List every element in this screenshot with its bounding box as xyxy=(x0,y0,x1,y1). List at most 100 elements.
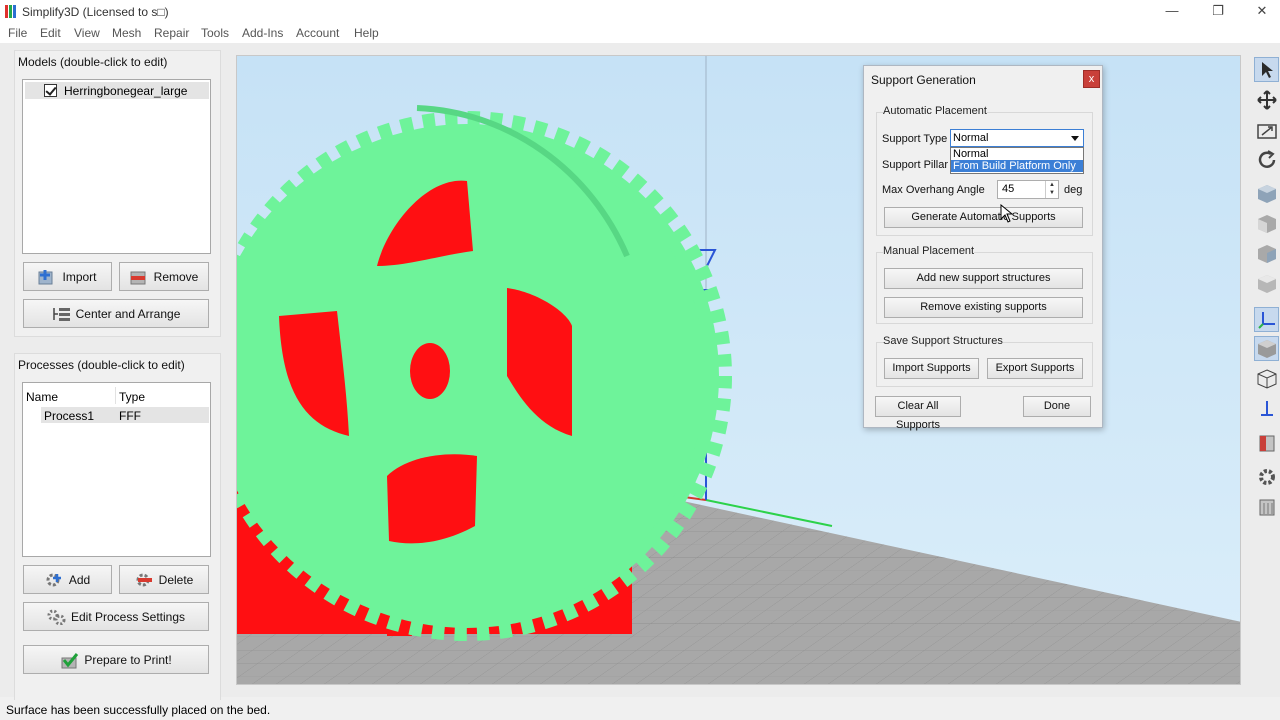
support-pillar-label: Support Pillar R xyxy=(882,159,960,171)
scale-tool-button[interactable] xyxy=(1254,117,1279,142)
delete-process-icon xyxy=(135,572,153,588)
max-overhang-input[interactable]: 45 ▲ ▼ xyxy=(997,180,1059,199)
automatic-placement-title: Automatic Placement xyxy=(883,105,987,117)
print-preview-button[interactable] xyxy=(1254,494,1279,519)
simplify3d-logo-icon xyxy=(5,5,16,18)
restore-button[interactable]: ❐ xyxy=(1196,0,1240,23)
max-overhang-unit: deg xyxy=(1064,184,1083,196)
import-supports-button[interactable]: Import Supports xyxy=(884,358,979,379)
menu-mesh[interactable]: Mesh xyxy=(112,26,141,40)
table-row[interactable]: Process1 FFF xyxy=(41,407,209,423)
dialog-close-button[interactable]: x xyxy=(1083,70,1100,88)
mouse-cursor-icon xyxy=(1000,204,1014,223)
max-overhang-label: Max Overhang Angle xyxy=(882,184,985,196)
support-type-option-normal[interactable]: Normal xyxy=(951,148,1083,160)
clear-all-supports-button[interactable]: Clear All Supports xyxy=(875,396,961,431)
column-header-name[interactable]: Name xyxy=(26,390,58,404)
menu-repair[interactable]: Repair xyxy=(154,26,189,40)
process-type: FFF xyxy=(119,409,141,423)
chevron-down-icon xyxy=(1071,136,1079,141)
spin-up-down-icon[interactable]: ▲ ▼ xyxy=(1045,181,1058,198)
support-generation-dialog: Support Generation x Automatic Placement… xyxy=(863,65,1103,431)
delete-process-button[interactable]: Delete xyxy=(119,565,209,594)
model-name: Herringbonegear_large xyxy=(64,84,188,98)
window-title: Simplify3D (Licensed to s□) xyxy=(22,5,169,19)
add-new-supports-button[interactable]: Add new support structures xyxy=(884,268,1083,289)
gears-icon xyxy=(47,609,66,625)
cross-section-icon xyxy=(1259,435,1274,451)
export-supports-button[interactable]: Export Supports xyxy=(987,358,1083,379)
view-front-button[interactable] xyxy=(1254,211,1279,236)
rotate-tool-button[interactable] xyxy=(1254,147,1279,172)
menu-help[interactable]: Help xyxy=(354,26,379,40)
view-side-button[interactable] xyxy=(1254,241,1279,266)
menu-tools[interactable]: Tools xyxy=(201,26,229,40)
axes-icon xyxy=(1257,311,1275,329)
prepare-to-print-label: Prepare to Print! xyxy=(84,652,172,667)
status-bar: Surface has been successfully placed on … xyxy=(0,700,1280,720)
max-overhang-value: 45 xyxy=(1002,183,1015,195)
close-window-button[interactable]: ✕ xyxy=(1240,0,1280,23)
models-panel: Models (double-click to edit) Herringbon… xyxy=(14,50,221,337)
add-process-button[interactable]: Add xyxy=(23,565,112,594)
print-preview-icon xyxy=(1259,499,1274,515)
view-iso-button[interactable] xyxy=(1254,181,1279,206)
processes-panel-title: Processes (double-click to edit) xyxy=(18,358,185,372)
done-button[interactable]: Done xyxy=(1023,396,1091,417)
support-type-select[interactable]: Normal xyxy=(950,129,1084,147)
view-front-icon xyxy=(1257,214,1276,233)
settings-gear-icon xyxy=(1258,468,1275,485)
menu-file[interactable]: File xyxy=(8,26,27,40)
menu-account[interactable]: Account xyxy=(296,26,339,40)
model-visible-checkbox[interactable] xyxy=(44,84,57,97)
dialog-title: Support Generation xyxy=(871,73,976,87)
column-divider xyxy=(115,387,116,404)
support-type-option-build-platform[interactable]: From Build Platform Only xyxy=(951,160,1083,172)
select-tool-button[interactable] xyxy=(1254,57,1279,82)
menu-add-ins[interactable]: Add-Ins xyxy=(242,26,283,40)
menu-edit[interactable]: Edit xyxy=(40,26,61,40)
view-toolbar xyxy=(1252,51,1280,521)
cross-section-button[interactable] xyxy=(1254,430,1279,455)
minimize-button[interactable]: — xyxy=(1150,0,1194,23)
settings-button[interactable] xyxy=(1254,464,1279,489)
checkmark-icon xyxy=(60,652,79,668)
prepare-to-print-button[interactable]: Prepare to Print! xyxy=(23,645,209,674)
arrange-icon xyxy=(52,306,70,322)
status-message: Surface has been successfully placed on … xyxy=(6,703,271,717)
z-axis-icon xyxy=(1260,400,1273,416)
generate-automatic-supports-button[interactable]: Generate Automatic Supports xyxy=(884,207,1083,228)
move-tool-button[interactable] xyxy=(1254,87,1279,112)
solid-view-button[interactable] xyxy=(1254,336,1279,361)
center-arrange-label: Center and Arrange xyxy=(75,306,181,321)
column-header-type[interactable]: Type xyxy=(119,390,145,404)
add-process-icon xyxy=(45,572,63,588)
support-type-value: Normal xyxy=(953,132,989,144)
delete-process-label: Delete xyxy=(158,572,194,587)
wireframe-view-button[interactable] xyxy=(1254,366,1279,391)
processes-table[interactable]: Name Type Process1 FFF xyxy=(22,382,211,557)
view-iso-icon xyxy=(1257,184,1276,203)
view-top-icon xyxy=(1257,274,1276,293)
wireframe-view-icon xyxy=(1257,368,1276,389)
edit-process-settings-button[interactable]: Edit Process Settings xyxy=(23,602,209,631)
import-button[interactable]: Import xyxy=(23,262,112,291)
rotate-icon xyxy=(1258,149,1275,168)
remove-button[interactable]: Remove xyxy=(119,262,209,291)
edit-process-settings-label: Edit Process Settings xyxy=(70,609,186,624)
support-type-label: Support Type xyxy=(882,133,948,145)
remove-icon xyxy=(130,269,148,285)
menu-view[interactable]: View xyxy=(74,26,100,40)
center-arrange-button[interactable]: Center and Arrange xyxy=(23,299,209,328)
save-support-structures-title: Save Support Structures xyxy=(883,335,1003,347)
view-top-button[interactable] xyxy=(1254,271,1279,296)
remove-existing-supports-button[interactable]: Remove existing supports xyxy=(884,297,1083,318)
list-item[interactable]: Herringbonegear_large xyxy=(25,82,209,99)
view-side-icon xyxy=(1257,244,1276,263)
import-label: Import xyxy=(62,269,97,284)
select-icon xyxy=(1261,61,1273,78)
title-bar: Simplify3D (Licensed to s□) — ❐ ✕ xyxy=(0,0,1280,23)
models-list[interactable]: Herringbonegear_large xyxy=(22,79,211,254)
axes-toggle-button[interactable] xyxy=(1254,307,1279,332)
z-axis-button[interactable] xyxy=(1254,396,1279,421)
